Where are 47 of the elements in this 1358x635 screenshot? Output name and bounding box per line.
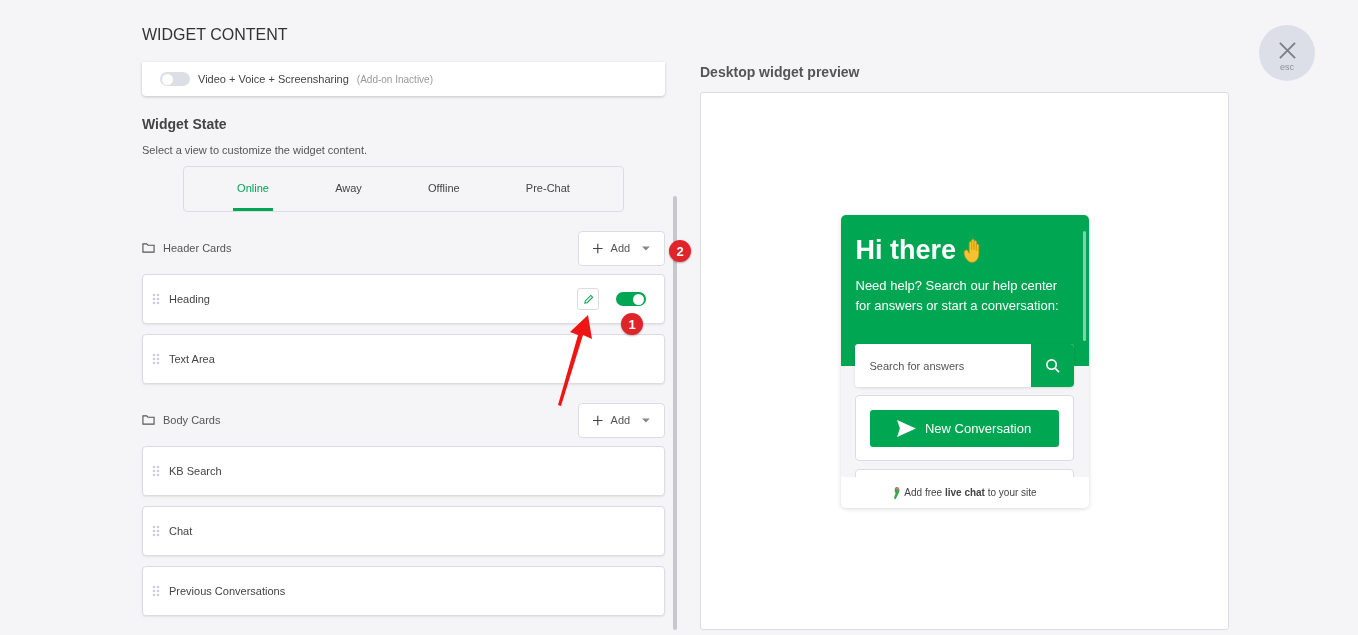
annotation-badge: 2 [669, 240, 691, 262]
tab[interactable]: Pre-Chat [521, 167, 574, 211]
section-title: Widget State [142, 116, 228, 132]
annotation-badge: 1 [621, 313, 643, 335]
card-label: Heading [169, 293, 211, 305]
toggle-switch[interactable] [616, 292, 646, 306]
plus-icon [593, 414, 603, 426]
send-icon [896, 419, 916, 437]
card-item[interactable]: KB Search [142, 446, 665, 496]
card-item[interactable]: Chat [142, 506, 665, 556]
search-icon [1044, 358, 1060, 373]
drag-handle-icon[interactable] [152, 585, 160, 597]
add-button[interactable]: Add [578, 230, 665, 266]
section-label: Body Cards [163, 414, 222, 426]
preview-title: Desktop widget preview [700, 64, 861, 82]
section-label: Header Cards [163, 242, 233, 254]
close-icon [1277, 40, 1297, 60]
plus-icon [593, 242, 603, 254]
folder-icon [142, 414, 155, 426]
tab[interactable]: Away [331, 167, 366, 211]
addon-note: (Add-on Inactive) [356, 73, 433, 85]
folder-icon [142, 242, 155, 254]
card-label: Previous Conversations [169, 585, 287, 597]
card-label: Chat [169, 525, 194, 537]
drag-handle-icon[interactable] [152, 353, 160, 365]
section-subtitle: Select a view to customize the widget content. [142, 144, 368, 156]
card-item[interactable]: Previous Conversations [142, 566, 665, 616]
footer-text: Add free live chat to your site [904, 487, 1037, 498]
page-title: WIDGET CONTENT [142, 26, 289, 45]
caret-icon [642, 417, 650, 423]
caret-icon [642, 245, 650, 251]
toggle-switch[interactable] [160, 72, 190, 86]
add-button[interactable]: Add [578, 402, 665, 438]
pencil-icon [582, 293, 594, 305]
drag-handle-icon[interactable] [152, 465, 160, 477]
search-field[interactable]: Search for answers [854, 344, 1074, 387]
drag-handle-icon[interactable] [152, 525, 160, 537]
addon-label: Video + Voice + Screensharing [198, 73, 349, 85]
card-item[interactable]: Text Area [142, 334, 665, 384]
widget-message: Need help? Search our help center for answers or start a conversation: [855, 277, 1060, 315]
search-button[interactable] [1030, 344, 1074, 387]
card-label: KB Search [169, 465, 223, 477]
tab[interactable]: Offline [424, 167, 464, 211]
widget-greeting: Hi there [855, 235, 957, 266]
drag-handle-icon[interactable] [152, 293, 160, 305]
edit-button[interactable] [577, 288, 599, 310]
card-label: Text Area [169, 353, 216, 365]
